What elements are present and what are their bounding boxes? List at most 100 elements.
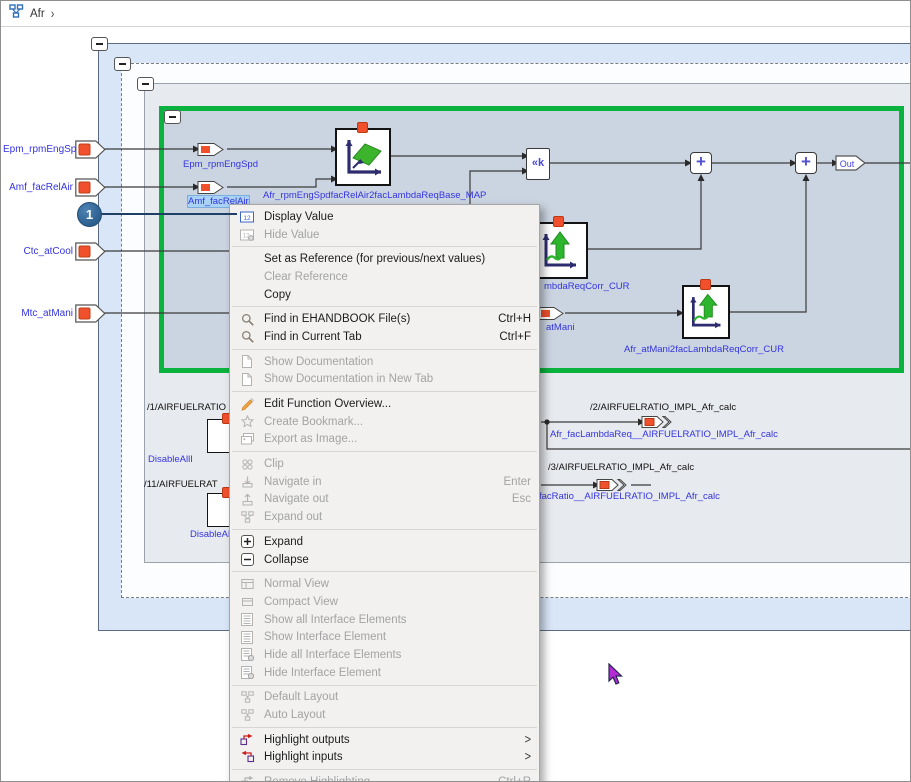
inner-port-tag-icon[interactable] [537, 306, 567, 321]
menu-item-hide-all-interface-elements: Hide all Interface Elements [230, 646, 539, 664]
menu-item-auto-layout: Auto Layout [230, 706, 539, 724]
inner-port-label-epm[interactable]: Epm_rpmEngSpd [183, 159, 258, 170]
sum-block-2[interactable]: + [795, 152, 817, 174]
map-block-port-marker [357, 122, 368, 133]
expand-icon [236, 535, 258, 548]
input-port-mtc[interactable]: Mtc_atMani [3, 304, 106, 323]
menu-item-display-value[interactable]: 12 Display Value [230, 208, 539, 226]
menu-item-label: Expand out [258, 511, 531, 523]
input-port-amf[interactable]: Amf_facRelAir [3, 178, 106, 197]
input-port-label[interactable]: Epm_rpmEngSpd [3, 144, 73, 155]
output-link-2[interactable]: Afr_facLambdaReq__AIRFUELRATIO_IMPL_Afr_… [550, 429, 778, 440]
menu-item-expand[interactable]: Expand [230, 533, 539, 551]
chevron-right-icon: › [51, 6, 55, 21]
menu-item-label: Clip [258, 458, 531, 470]
map-block[interactable] [335, 128, 391, 186]
compact-view-icon [236, 596, 258, 608]
cur2-block-label[interactable]: Afr_atMani2facLambdaReqCorr_CUR [584, 344, 824, 355]
menu-item-label: Hide Interface Element [258, 667, 531, 679]
input-port-epm[interactable]: Epm_rpmEngSpd [3, 140, 106, 159]
cur1-block-port-marker [553, 216, 564, 227]
menu-item-navigate-out: Navigate outEsc [230, 491, 539, 509]
menu-item-label: Highlight outputs [258, 734, 525, 746]
menu-item-shortcut: Ctrl+F [499, 331, 531, 343]
menu-item-highlight-inputs[interactable]: Highlight inputs> [230, 749, 539, 767]
menu-item-label: Display Value [258, 211, 531, 223]
menu-separator [232, 349, 537, 350]
menu-item-edit-function-overview[interactable]: Edit Function Overview... [230, 395, 539, 413]
disable-link-1[interactable]: DisableAllI [148, 454, 193, 465]
cur1-block[interactable] [532, 222, 588, 279]
menu-item-collapse[interactable]: Collapse [230, 551, 539, 569]
layout-icon [236, 691, 258, 703]
remove-highlight-icon [236, 776, 258, 782]
output-tag-icon[interactable] [641, 414, 683, 430]
input-port-label[interactable]: Ctc_atCool [3, 246, 73, 257]
collapse-button-outer[interactable] [91, 37, 108, 51]
menu-item-compact-view: Compact View [230, 593, 539, 611]
menu-item-set-as-reference-for-previous-next-values[interactable]: Set as Reference (for previous/next valu… [230, 250, 539, 268]
output-link-3[interactable]: facRatio__AIRFUELRATIO_IMPL_Afr_calc [539, 491, 720, 502]
menu-item-show-all-interface-elements: Show all Interface Elements [230, 611, 539, 629]
out-port[interactable]: Out [835, 153, 869, 173]
inner-port-tag-icon[interactable] [197, 142, 227, 157]
menu-separator [232, 391, 537, 392]
menu-item-label: Highlight inputs [258, 751, 525, 763]
menu-item-label: Normal View [258, 578, 531, 590]
menu-item-shortcut: Ctrl+R [498, 776, 531, 782]
menu-item-create-bookmark: Create Bookmark... [230, 413, 539, 431]
menu-item-label: Collapse [258, 554, 531, 566]
diagram-canvas: Afr › [0, 0, 911, 782]
menu-separator [232, 451, 537, 452]
sum-block-1[interactable]: + [690, 152, 712, 174]
menu-item-hide-value: 12Hide Value [230, 226, 539, 244]
menu-item-navigate-in: Navigate inEnter [230, 473, 539, 491]
menu-item-label: Navigate out [258, 493, 512, 505]
nav-in-icon [236, 475, 258, 488]
menu-item-label: Clear Reference [258, 271, 531, 283]
disable-link-2[interactable]: DisableAll [190, 529, 232, 540]
cur1-block-label[interactable]: mbdaReqCorr_CUR [544, 281, 630, 292]
menu-separator [232, 769, 537, 770]
menu-item-find-in-current-tab[interactable]: Find in Current TabCtrl+F [230, 328, 539, 346]
menu-separator [232, 571, 537, 572]
cur2-block-port-marker [700, 279, 711, 290]
callout-line [101, 213, 237, 215]
inner-port-tag-icon[interactable] [197, 180, 227, 195]
menu-item-label: Show Documentation [258, 356, 531, 368]
star-icon [236, 415, 258, 428]
input-port-label[interactable]: Mtc_atMani [3, 308, 73, 319]
input-port-label[interactable]: Amf_facRelAir [3, 182, 73, 193]
menu-item-show-documentation-in-new-tab: Show Documentation in New Tab [230, 371, 539, 389]
input-port-ctc[interactable]: Ctc_atCool [3, 242, 106, 261]
breadcrumb-item-afr[interactable]: Afr [30, 8, 45, 20]
subsystem-title-1: /1/AIRFUELRATIO [147, 402, 226, 413]
doc-icon [236, 355, 258, 368]
collapse-button-function[interactable] [164, 110, 181, 124]
menu-item-label: Auto Layout [258, 709, 531, 721]
nav-out-icon [236, 493, 258, 506]
highlight-inputs-icon [236, 751, 258, 763]
menu-item-label: Hide all Interface Elements [258, 649, 531, 661]
breadcrumb: Afr › [1, 1, 910, 27]
menu-item-shortcut: Ctrl+H [498, 313, 531, 325]
menu-item-highlight-outputs[interactable]: Highlight outputs> [230, 731, 539, 749]
cur2-block[interactable] [682, 285, 730, 339]
map-block-label[interactable]: Afr_rpmEngSpdfacRelAir2facLambdaReqBase_… [263, 190, 463, 201]
menu-item-clip: Clip [230, 455, 539, 473]
menu-item-label: Compact View [258, 596, 531, 608]
subsystem-title-2: /11/AIRFUELRAT [144, 479, 218, 490]
menu-item-remove-highlighting: Remove HighlightingCtrl+R [230, 773, 539, 782]
port-tag-icon [75, 242, 106, 261]
menu-item-find-in-ehandbook-file-s[interactable]: Find in EHANDBOOK File(s)Ctrl+H [230, 310, 539, 328]
menu-item-shortcut: Esc [512, 493, 531, 505]
inner-port-label-mani[interactable]: atMani [546, 322, 575, 333]
layout-icon [236, 709, 258, 721]
collapse-button-inner[interactable] [137, 77, 154, 91]
collapse-button-middle[interactable] [114, 57, 131, 71]
list-hide-icon [236, 666, 258, 679]
menu-item-copy[interactable]: Copy [230, 286, 539, 304]
svg-text:12: 12 [243, 215, 251, 222]
hierarchy-icon [9, 4, 24, 23]
shift-block[interactable]: «k [526, 148, 550, 180]
